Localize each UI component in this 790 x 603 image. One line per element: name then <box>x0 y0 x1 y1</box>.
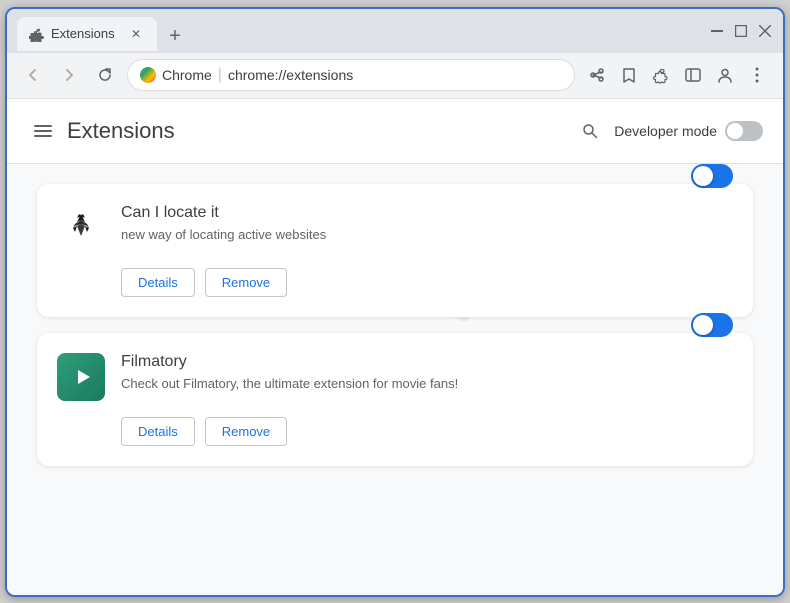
maximize-button[interactable] <box>733 23 749 39</box>
filmatory-icon-graphic <box>57 353 105 401</box>
extension-toggle-filmatory[interactable] <box>691 313 733 337</box>
details-button-can-locate-it[interactable]: Details <box>121 268 195 297</box>
close-window-button[interactable] <box>757 23 773 39</box>
new-tab-button[interactable]: + <box>161 23 189 51</box>
toolbar-icons <box>583 61 771 89</box>
extension-card-can-locate-it: Can I locate it new way of locating acti… <box>37 184 753 317</box>
reload-button[interactable] <box>91 61 119 89</box>
toolbar: Chrome | chrome://extensions <box>7 53 783 99</box>
tab-extension-icon <box>29 26 45 42</box>
address-bar[interactable]: Chrome | chrome://extensions <box>127 59 575 91</box>
address-separator: | <box>218 66 222 84</box>
active-tab[interactable]: Extensions ✕ <box>17 17 157 51</box>
extension-toggle-can-locate-it[interactable] <box>691 164 733 188</box>
search-button[interactable] <box>574 115 606 147</box>
page-content: Extensions Developer mode 🔍 riash.c <box>7 99 783 595</box>
extension-info-filmatory: Filmatory Check out Filmatory, the ultim… <box>121 353 675 393</box>
tabs-area: Extensions ✕ + <box>17 17 709 51</box>
extension-card-inner: Can I locate it new way of locating acti… <box>57 204 733 252</box>
address-url-text: chrome://extensions <box>228 67 353 83</box>
browser-window: Extensions ✕ + <box>5 7 785 597</box>
menu-icon-button[interactable] <box>743 61 771 89</box>
extension-actions-filmatory: Details Remove <box>57 417 733 446</box>
title-bar-controls <box>709 23 773 45</box>
minimize-button[interactable] <box>709 23 725 39</box>
profile-icon-button[interactable] <box>711 61 739 89</box>
extensions-icon-button[interactable] <box>647 61 675 89</box>
extension-desc-filmatory: Check out Filmatory, the ultimate extens… <box>121 375 675 393</box>
extension-icon-filmatory <box>57 353 105 401</box>
title-bar: Extensions ✕ + <box>7 9 783 53</box>
browser-name-text: Chrome <box>162 67 212 83</box>
bookmark-icon-button[interactable] <box>615 61 643 89</box>
developer-mode-section: Developer mode <box>574 115 763 147</box>
extension-icon-can-locate-it <box>57 204 105 252</box>
forward-button[interactable] <box>55 61 83 89</box>
remove-button-filmatory[interactable]: Remove <box>205 417 287 446</box>
back-button[interactable] <box>19 61 47 89</box>
extension-name-filmatory: Filmatory <box>121 353 675 371</box>
extension-actions-can-locate-it: Details Remove <box>57 268 733 297</box>
chrome-logo-icon <box>140 67 156 83</box>
extensions-list: 🔍 riash.com <box>7 164 783 486</box>
page-title: Extensions <box>67 118 574 144</box>
tab-close-button[interactable]: ✕ <box>127 25 145 43</box>
share-icon-button[interactable] <box>583 61 611 89</box>
developer-mode-label: Developer mode <box>614 123 717 139</box>
sidebar-icon-button[interactable] <box>679 61 707 89</box>
tab-title: Extensions <box>51 26 121 41</box>
extension-card-filmatory: Filmatory Check out Filmatory, the ultim… <box>37 333 753 466</box>
extension-card-inner-filmatory: Filmatory Check out Filmatory, the ultim… <box>57 353 733 401</box>
extension-info-can-locate-it: Can I locate it new way of locating acti… <box>121 204 675 244</box>
hamburger-menu-button[interactable] <box>27 115 59 147</box>
extension-name-can-locate-it: Can I locate it <box>121 204 675 222</box>
developer-mode-toggle[interactable] <box>725 121 763 141</box>
extension-desc-can-locate-it: new way of locating active websites <box>121 226 675 244</box>
details-button-filmatory[interactable]: Details <box>121 417 195 446</box>
remove-button-can-locate-it[interactable]: Remove <box>205 268 287 297</box>
extensions-header: Extensions Developer mode <box>7 99 783 164</box>
